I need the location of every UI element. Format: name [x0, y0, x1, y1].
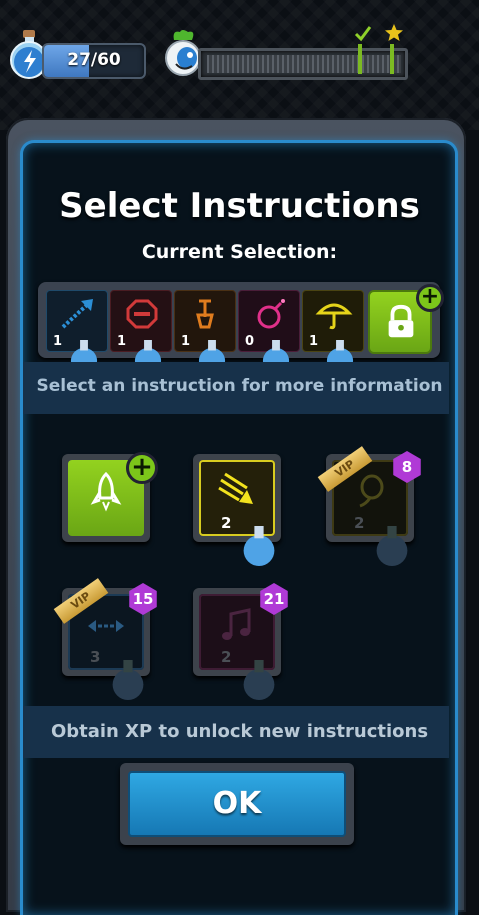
slot-count: 1: [309, 334, 354, 374]
slot-count-value: 1: [181, 334, 191, 349]
star-icon: [385, 24, 403, 41]
current-selection-label: Current Selection:: [141, 241, 338, 263]
rocket-icon: [90, 472, 122, 512]
shovel-icon: [196, 299, 214, 329]
slot-count: 1: [117, 334, 162, 374]
xp-progress-bar: [198, 48, 408, 80]
selection-slot-jump[interactable]: 1: [46, 290, 108, 374]
tile-count: 2: [221, 648, 275, 700]
slot-count-value: 0: [245, 334, 255, 349]
tile-count: 2: [221, 514, 275, 566]
ok-button[interactable]: OK: [128, 771, 346, 837]
footer-text: Obtain XP to unlock new instructions: [50, 721, 429, 742]
lock-icon: [388, 304, 414, 338]
bomb-icon: [257, 299, 285, 329]
balloon-icon: [359, 474, 384, 508]
tile-face: 2: [199, 460, 275, 566]
selection-slot-stop[interactable]: 1: [110, 290, 172, 374]
selection-slot-bomb[interactable]: 0: [238, 290, 300, 374]
slot-count: 1: [53, 334, 98, 374]
selection-slot-dig[interactable]: 1: [174, 290, 236, 374]
mini-potion-icon: [243, 660, 275, 700]
umbrella-icon: [315, 303, 353, 330]
mini-potion-icon: [243, 526, 275, 566]
selection-slot-float[interactable]: 1: [302, 290, 364, 374]
dash-arrow-icon: [218, 472, 253, 504]
tile-count: 3: [90, 648, 144, 700]
jump-arrow-icon: [61, 299, 93, 329]
add-slot-plus-icon[interactable]: +: [416, 284, 444, 312]
slot-count: 0: [245, 334, 290, 374]
dialog-title: Select Instructions: [59, 186, 420, 226]
energy-counter[interactable]: 27/60: [42, 43, 146, 79]
unlock-plus-icon[interactable]: +: [126, 452, 158, 484]
instruction-tile-dash[interactable]: 2: [193, 454, 281, 566]
tile-count-value: 2: [354, 514, 365, 532]
energy-text: 27/60: [67, 50, 121, 70]
mini-potion-icon: [112, 660, 144, 700]
slot-count-value: 1: [117, 334, 127, 349]
tile-count: 2: [354, 514, 408, 566]
xp-milestone-tick: [390, 44, 394, 74]
music-note-icon: [222, 608, 251, 640]
stop-sign-icon: [126, 299, 158, 329]
slot-count-value: 1: [53, 334, 63, 349]
xp-milestone-tick: [358, 44, 362, 74]
check-icon: [354, 26, 372, 42]
tile-count-value: 3: [90, 648, 101, 666]
tile-count-value: 2: [221, 514, 232, 532]
mini-potion-icon: [376, 526, 408, 566]
teleport-arrows-icon: [88, 620, 124, 632]
slot-count: 1: [181, 334, 226, 374]
xp-track: [207, 55, 401, 73]
tile-count-value: 2: [221, 648, 232, 666]
hint-text: Select an instruction for more informati…: [36, 376, 443, 396]
slot-count-value: 1: [309, 334, 319, 349]
